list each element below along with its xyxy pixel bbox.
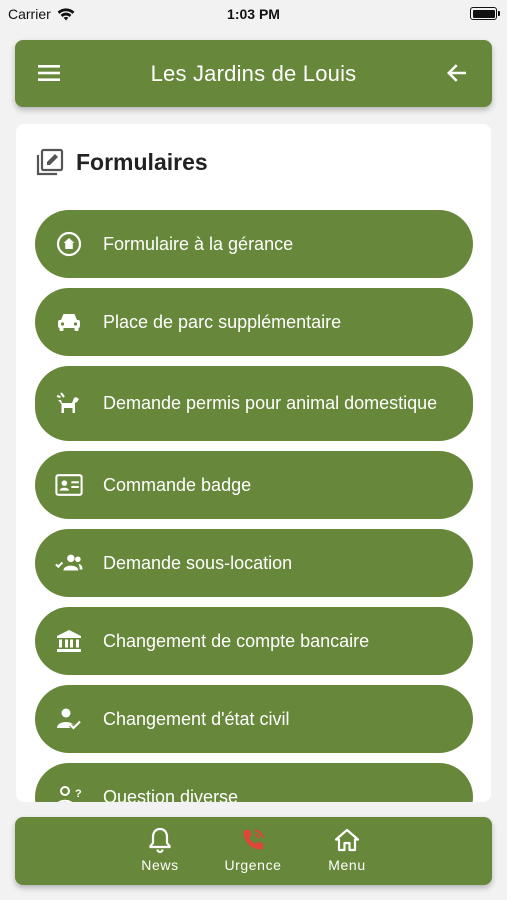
- nav-news[interactable]: News: [120, 827, 200, 873]
- home-icon: [334, 828, 360, 852]
- nav-label: News: [141, 857, 179, 873]
- form-item-label: Commande badge: [103, 474, 252, 495]
- card-header: Formulaires: [36, 148, 208, 176]
- hamburger-menu-icon[interactable]: [37, 61, 63, 85]
- nav-menu[interactable]: Menu: [307, 827, 387, 873]
- bank-icon: [55, 627, 83, 655]
- person-check-icon: [55, 705, 83, 733]
- bell-icon: [149, 827, 171, 853]
- form-item-label: Changement d'état civil: [103, 708, 290, 729]
- form-item-label: Place de parc supplémentaire: [103, 311, 342, 332]
- form-item-label: Question diverse: [103, 786, 239, 803]
- car-icon: [55, 308, 83, 336]
- battery-icon: [470, 7, 500, 20]
- form-item-label: Demande sous-location: [103, 552, 293, 573]
- nav-label: Urgence: [224, 857, 282, 873]
- person-question-icon: ?: [55, 783, 83, 802]
- emergency-phone-icon: [243, 829, 264, 850]
- form-item-badge[interactable]: Commande badge: [35, 451, 473, 519]
- forms-card: Formulaires Formulaire à la gérance Plac…: [16, 124, 491, 802]
- page-title: Formulaires: [76, 148, 208, 175]
- group-check-icon: [55, 549, 83, 577]
- clock: 1:03 PM: [227, 6, 280, 22]
- pet-icon: [55, 390, 83, 418]
- form-item-pet-permit[interactable]: Demande permis pour animal domestique: [35, 366, 473, 441]
- app-bar: Les Jardins de Louis: [15, 40, 492, 107]
- arrow-back-icon[interactable]: [444, 61, 470, 85]
- svg-text:?: ?: [75, 788, 82, 800]
- form-item-sublet[interactable]: Demande sous-location: [35, 529, 473, 597]
- bottom-nav: News Urgence Menu: [15, 817, 492, 885]
- forms-list: Formulaire à la gérance Place de parc su…: [35, 210, 473, 802]
- app-title: Les Jardins de Louis: [150, 60, 357, 86]
- form-item-question[interactable]: ? Question diverse: [35, 763, 473, 802]
- home-icon: [55, 230, 83, 258]
- form-item-label: Changement de compte bancaire: [103, 630, 370, 651]
- edit-note-icon: [36, 148, 64, 176]
- form-item-bank-account[interactable]: Changement de compte bancaire: [35, 607, 473, 675]
- form-item-label: Demande permis pour animal domestique: [103, 393, 438, 413]
- nav-urgence[interactable]: Urgence: [213, 827, 293, 873]
- status-bar: Carrier 1:03 PM: [0, 0, 507, 30]
- id-badge-icon: [55, 471, 83, 499]
- nav-label: Menu: [328, 857, 366, 873]
- form-item-parking[interactable]: Place de parc supplémentaire: [35, 288, 473, 356]
- form-item-gerance[interactable]: Formulaire à la gérance: [35, 210, 473, 278]
- form-item-label: Formulaire à la gérance: [103, 233, 294, 254]
- form-item-civil-status[interactable]: Changement d'état civil: [35, 685, 473, 753]
